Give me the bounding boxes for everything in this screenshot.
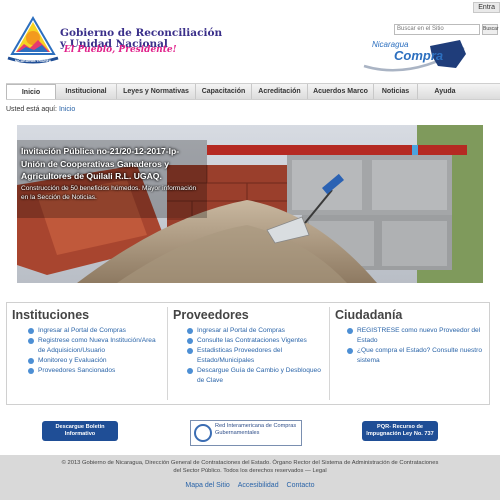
search-input[interactable]: Buscar en el Sitio: [394, 24, 480, 35]
bullet-icon: [28, 338, 34, 344]
section-title-ciudadania: Ciudadanía: [335, 308, 403, 322]
compra-logo-main: Compra: [394, 48, 443, 63]
footer-links: Mapa del Sitio Accesibilidad Contacto: [0, 482, 500, 489]
hero-description: Construcción de 50 beneficios húmedos. M…: [21, 184, 197, 201]
section-title-proveedores: Proveedores: [173, 308, 249, 322]
government-logo[interactable]: NICARAGUA TRIUNFA: [4, 14, 62, 64]
boletin-banner[interactable]: Descargue Boletin Informativo: [42, 421, 118, 441]
hero-slideshow[interactable]: Invitación Pública no-21/20-12-2017-Ip-U…: [17, 125, 483, 283]
bullet-icon: [28, 368, 34, 374]
section-instituciones: Instituciones Ingresar al Portal de Comp…: [12, 303, 162, 404]
bullet-icon: [187, 368, 193, 374]
list-item[interactable]: REGISTRESE como nuevo Proveedor del Esta…: [347, 326, 487, 346]
footer: © 2013 Gobierno de Nicaragua, Dirección …: [0, 455, 500, 500]
hero-caption: Invitación Pública no-21/20-12-2017-Ip-U…: [21, 145, 201, 202]
slogan: El Pueblo, Presidente!: [64, 45, 177, 55]
column-divider: [167, 307, 168, 400]
hero-title[interactable]: Invitación Pública no-21/20-12-2017-Ip-U…: [21, 145, 201, 183]
nav-item-acuerdos-marco[interactable]: Acuerdos Marco: [308, 84, 374, 99]
bullet-icon: [187, 348, 193, 354]
list-item[interactable]: Consulte las Contrataciones Vigentes: [187, 336, 323, 346]
nav-item-inicio[interactable]: Inicio: [6, 84, 56, 99]
footer-link-contacto[interactable]: Contacto: [287, 482, 315, 489]
pqr-banner[interactable]: PQR- Recurso de Impugnación Ley No. 737: [362, 421, 438, 441]
bullet-icon: [28, 358, 34, 364]
bullet-icon: [347, 348, 353, 354]
main-nav: Inicio Institucional Leyes y Normativas …: [6, 83, 500, 100]
network-icon: [194, 424, 212, 442]
bullet-icon: [187, 338, 193, 344]
nav-item-noticias[interactable]: Noticias: [374, 84, 418, 99]
list-item[interactable]: Estadisticas Proveedores del Estado/Muni…: [187, 346, 323, 366]
nav-item-ayuda[interactable]: Ayuda: [418, 84, 472, 99]
top-bar: Entra: [0, 0, 500, 14]
breadcrumb: Usted está aquí: Inicio: [6, 106, 75, 113]
nav-item-leyes[interactable]: Leyes y Normativas: [117, 84, 196, 99]
portal-sections: Instituciones Ingresar al Portal de Comp…: [6, 302, 490, 405]
nav-item-capacitacion[interactable]: Capacitación: [196, 84, 252, 99]
red-interamericana-banner[interactable]: Red Interamericana de Compras Gubernamen…: [190, 420, 302, 446]
breadcrumb-link-inicio[interactable]: Inicio: [59, 106, 75, 113]
login-button[interactable]: Entra: [473, 2, 500, 13]
list-item[interactable]: ¿Que compra el Estado? Consulte nuestro …: [347, 346, 487, 366]
column-divider: [329, 307, 330, 400]
list-item[interactable]: Ingresar al Portal de Compras: [28, 326, 162, 336]
list-item[interactable]: Proveedores Sancionados: [28, 366, 162, 376]
logo-text: NICARAGUA TRIUNFA: [15, 59, 52, 63]
nav-item-acreditacion[interactable]: Acreditación: [252, 84, 308, 99]
section-proveedores: Proveedores Ingresar al Portal de Compra…: [173, 303, 323, 404]
footer-link-mapa[interactable]: Mapa del Sitio: [185, 482, 229, 489]
footer-link-accesibilidad[interactable]: Accesibilidad: [238, 482, 279, 489]
bullet-icon: [347, 328, 353, 334]
breadcrumb-prefix: Usted está aquí:: [6, 106, 57, 113]
section-ciudadania: Ciudadanía REGISTRESE como nuevo Proveed…: [335, 303, 487, 404]
section-title-instituciones: Instituciones: [12, 308, 90, 322]
red-interamericana-text: Red Interamericana de Compras Gubernamen…: [215, 423, 297, 436]
list-item[interactable]: Descargue Guía de Cambio y Desbloqueo de…: [187, 366, 323, 386]
nav-item-institucional[interactable]: Institucional: [56, 84, 117, 99]
bullet-icon: [28, 328, 34, 334]
list-item[interactable]: Monitoreo y Evaluación: [28, 356, 162, 366]
nicaragua-compra-logo[interactable]: Nicaragua Compra: [360, 36, 470, 74]
search-button[interactable]: Buscar: [482, 24, 499, 35]
bullet-icon: [187, 328, 193, 334]
list-item[interactable]: Ingresar al Portal de Compras: [187, 326, 323, 336]
footer-copyright: © 2013 Gobierno de Nicaragua, Dirección …: [61, 460, 439, 474]
list-item[interactable]: Registrese como Nueva Institución/Area d…: [28, 336, 162, 356]
